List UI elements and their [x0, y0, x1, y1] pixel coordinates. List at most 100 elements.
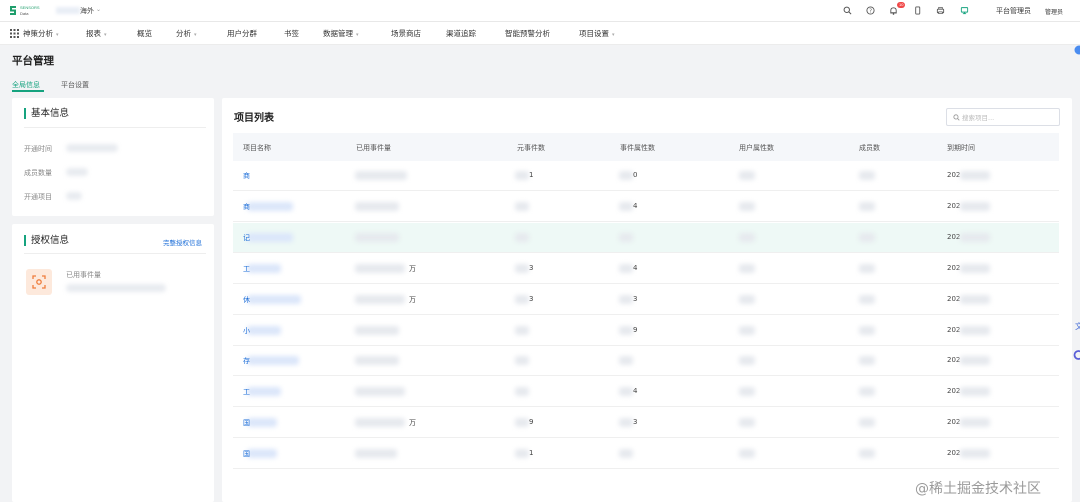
- nav-overview[interactable]: 概览: [137, 28, 152, 39]
- table-row[interactable]: 国 万 9 3 202: [233, 408, 1059, 439]
- table-row[interactable]: 小 9 202: [233, 316, 1059, 346]
- table-row[interactable]: 工 4 202: [233, 377, 1059, 408]
- expire-time-redacted: [960, 263, 990, 273]
- meta-events-redacted: [515, 201, 529, 211]
- search-input[interactable]: [962, 112, 1054, 123]
- projects-value-redacted: [66, 192, 82, 200]
- col-meta-events[interactable]: 元事件数: [517, 143, 545, 153]
- used-events-value: 万: [409, 264, 416, 273]
- expire-time-redacted: [960, 232, 990, 242]
- project-name-link[interactable]: 国: [243, 418, 250, 428]
- monitor-icon[interactable]: [958, 4, 970, 16]
- table-row[interactable]: 记 202: [233, 222, 1059, 253]
- role-platform-admin[interactable]: 平台管理员: [996, 6, 1031, 16]
- search-icon[interactable]: [841, 4, 853, 16]
- project-search[interactable]: [946, 108, 1060, 126]
- expire-time-value: 202: [947, 263, 961, 272]
- project-name-link[interactable]: 商: [243, 202, 250, 212]
- used-events-redacted: [355, 418, 405, 428]
- event-props-value: 4: [633, 201, 638, 210]
- used-events-redacted: [355, 387, 405, 397]
- col-event-props[interactable]: 事件属性数: [620, 143, 655, 153]
- used-events-redacted: [355, 171, 407, 180]
- chevron-down-icon: ▾: [56, 32, 59, 38]
- used-events-redacted: [355, 201, 399, 211]
- nav-product[interactable]: 神策分析 ▾: [23, 28, 59, 39]
- tab-platform-settings[interactable]: 平台设置: [61, 80, 89, 90]
- basic-info-title: 基本信息: [24, 108, 69, 119]
- nav-bookmarks[interactable]: 书签: [284, 28, 299, 39]
- svg-text:?: ?: [869, 8, 872, 14]
- divider: [24, 253, 206, 254]
- table-row[interactable]: 商 4 202: [233, 192, 1059, 222]
- chevron-down-icon: ▾: [612, 32, 615, 38]
- help-icon[interactable]: ?: [864, 4, 876, 16]
- used-events-redacted: [355, 449, 397, 459]
- table-row[interactable]: 国 1 202: [233, 439, 1059, 470]
- project-name-link[interactable]: 休: [243, 295, 250, 305]
- col-project-name[interactable]: 项目名称: [243, 143, 271, 153]
- table-row[interactable]: 休 万 3 3 202: [233, 285, 1059, 315]
- members-redacted: [859, 387, 875, 397]
- project-name-link[interactable]: 小: [243, 326, 250, 336]
- project-name-link[interactable]: 国: [243, 449, 250, 459]
- nav-analysis[interactable]: 分析 ▾: [176, 28, 197, 39]
- expire-time-value: 202: [947, 418, 961, 427]
- table-row[interactable]: 存 202: [233, 346, 1059, 377]
- expire-time-redacted: [960, 201, 990, 211]
- used-events-label: 已用事件量: [66, 271, 101, 279]
- member-count-label: 成员数量: [24, 169, 52, 177]
- col-members[interactable]: 成员数: [859, 143, 880, 153]
- meta-events-redacted: [515, 232, 529, 242]
- nav-reports[interactable]: 报表 ▾: [86, 28, 107, 39]
- assistant-float-icon[interactable]: [1072, 349, 1080, 361]
- event-props-value: 9: [633, 325, 638, 334]
- col-used-events[interactable]: 已用事件量: [356, 143, 391, 153]
- user-menu[interactable]: 管理员: [1045, 7, 1063, 16]
- project-name-link[interactable]: 记: [243, 233, 250, 243]
- member-count-value-redacted: [66, 168, 88, 176]
- open-time-value-redacted: [66, 144, 118, 152]
- mobile-icon[interactable]: [911, 4, 923, 16]
- table-row[interactable]: 工 万 3 4 202: [233, 254, 1059, 284]
- project-name-redacted: [247, 449, 277, 459]
- project-name-link[interactable]: 工: [243, 264, 250, 274]
- project-name-redacted: [247, 387, 281, 397]
- print-icon[interactable]: [934, 4, 946, 16]
- nav-smart-alert[interactable]: 智能预警分析: [505, 28, 550, 39]
- project-name-redacted: [247, 356, 299, 366]
- used-events-redacted: [355, 325, 399, 335]
- tab-global-info[interactable]: 全局信息: [12, 80, 40, 90]
- nav-project-settings[interactable]: 项目设置 ▾: [579, 28, 615, 39]
- auth-info-card: [12, 224, 214, 502]
- expire-time-value: 202: [947, 171, 961, 179]
- expire-time-value: 202: [947, 325, 961, 334]
- nav-data-management[interactable]: 数据管理 ▾: [323, 28, 359, 39]
- translate-float-icon[interactable]: 文: [1072, 320, 1080, 332]
- expire-time-redacted: [960, 325, 990, 335]
- sensors-data-logo[interactable]: SENSORS Data: [8, 4, 44, 18]
- used-events-redacted: [355, 294, 405, 304]
- meta-events-value: 1: [529, 449, 534, 458]
- help-float-icon[interactable]: [1072, 44, 1080, 56]
- project-name-link[interactable]: 存: [243, 356, 250, 366]
- table-row[interactable]: 商 1 0 202: [233, 161, 1059, 191]
- project-name-link[interactable]: 商: [243, 171, 250, 181]
- full-auth-info-link[interactable]: 完整授权信息: [163, 237, 202, 247]
- org-switcher[interactable]: 海外 ⌄: [56, 5, 102, 17]
- project-name-redacted: [247, 201, 293, 211]
- col-expire-time[interactable]: 到期时间: [947, 143, 975, 153]
- nav-user-segments[interactable]: 用户分群: [227, 28, 257, 39]
- user-props-redacted: [739, 201, 755, 211]
- nav-channel-tracking[interactable]: 渠道追踪: [446, 28, 476, 39]
- col-user-props[interactable]: 用户属性数: [739, 143, 774, 153]
- nav-scene-store[interactable]: 场景商店: [391, 28, 421, 39]
- members-redacted: [859, 201, 875, 211]
- event-props-redacted: [619, 232, 633, 242]
- event-props-redacted: [619, 418, 633, 428]
- project-name-link[interactable]: 工: [243, 387, 250, 397]
- expire-time-value: 202: [947, 449, 961, 458]
- members-redacted: [859, 263, 875, 273]
- apps-grid-icon[interactable]: [10, 29, 19, 38]
- project-name-redacted: [247, 418, 277, 428]
